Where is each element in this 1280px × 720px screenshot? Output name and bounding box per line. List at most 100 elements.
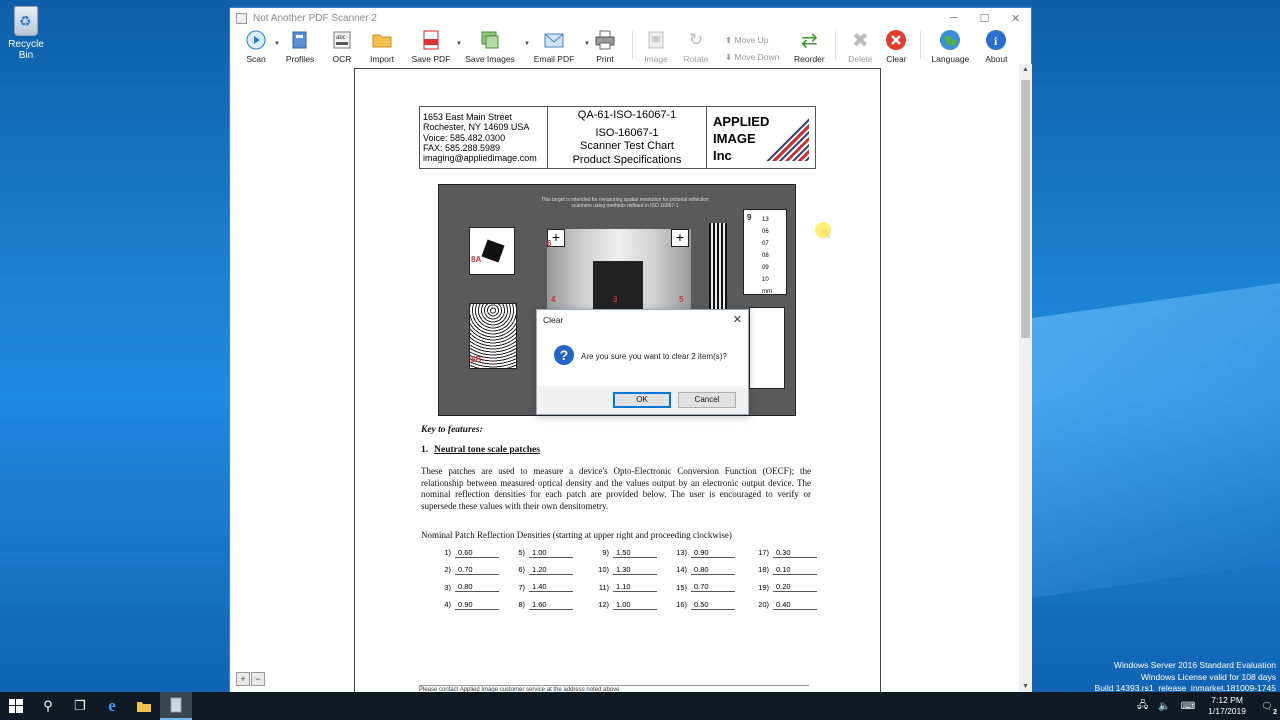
density-row: 13) 0.90 bbox=[669, 544, 735, 561]
density-index: 18) bbox=[758, 565, 769, 575]
zoom-out-icon[interactable]: − bbox=[251, 672, 265, 686]
density-value: 1.40 bbox=[529, 582, 573, 593]
email-pdf-button[interactable]: Email PDF ▼ bbox=[524, 29, 590, 64]
density-index: 2) bbox=[444, 565, 451, 575]
ocr-button[interactable]: abc OCR bbox=[326, 29, 358, 64]
vertical-scrollbar[interactable]: ▲ ▼ bbox=[1019, 64, 1032, 692]
reorder-button[interactable]: ⇄ Reorder bbox=[789, 29, 829, 65]
toolbar-separator bbox=[835, 31, 837, 59]
section1-paragraph: These patches are used to measure a devi… bbox=[421, 466, 811, 511]
question-icon: ? bbox=[554, 345, 574, 365]
density-row: 3) 0.80 bbox=[433, 579, 499, 596]
density-index: 12) bbox=[598, 600, 609, 610]
ok-button[interactable]: OK bbox=[613, 392, 671, 408]
clear-icon bbox=[884, 29, 908, 51]
image-button[interactable]: Image bbox=[639, 29, 673, 64]
edge-browser-icon[interactable]: e bbox=[96, 692, 128, 720]
taskbar: ⚲ ❐ e 🖧 🔈 ⌨ 7:12 PM 1/17/2019 🗨 2 bbox=[0, 692, 1280, 720]
info-icon: i bbox=[984, 29, 1008, 51]
dialog-message: Are you sure you want to clear 2 item(s)… bbox=[581, 352, 727, 361]
density-value: 0.80 bbox=[691, 565, 735, 575]
density-value: 1.60 bbox=[529, 600, 573, 610]
close-icon[interactable]: ✕ bbox=[1000, 12, 1031, 25]
save-images-button[interactable]: Save Images ▼ bbox=[456, 29, 530, 64]
toolbar-separator bbox=[920, 31, 922, 59]
density-value: 0.70 bbox=[455, 565, 499, 575]
density-value: 0.40 bbox=[773, 600, 817, 610]
naps2-taskbar-icon[interactable] bbox=[160, 692, 192, 720]
density-index: 13) bbox=[676, 548, 687, 558]
density-value: 0.10 bbox=[773, 565, 817, 575]
minimize-icon[interactable]: ─ bbox=[938, 12, 969, 25]
density-row: 9) 1.50 bbox=[591, 544, 657, 561]
file-explorer-icon[interactable] bbox=[128, 692, 160, 720]
doc-header: 1653 East Main Street Rochester, NY 1460… bbox=[419, 106, 816, 169]
scroll-thumb[interactable] bbox=[1021, 80, 1030, 338]
maximize-icon[interactable]: ☐ bbox=[969, 12, 1000, 25]
scroll-down-icon[interactable]: ▼ bbox=[1019, 683, 1032, 690]
zoom-in-icon[interactable]: + bbox=[236, 672, 250, 686]
density-value: 1.20 bbox=[529, 565, 573, 575]
density-value: 0.80 bbox=[455, 582, 499, 593]
density-value: 0.90 bbox=[455, 600, 499, 610]
grey-patches bbox=[547, 229, 691, 321]
language-button[interactable]: Language bbox=[927, 29, 973, 64]
clear-button[interactable]: Clear bbox=[878, 29, 914, 64]
globe-icon bbox=[938, 29, 962, 51]
density-value: 0.70 bbox=[691, 582, 735, 593]
patch-right-bottom bbox=[749, 307, 785, 389]
task-view-icon[interactable]: ❐ bbox=[64, 692, 96, 720]
rotate-button[interactable]: ↻ Rotate bbox=[673, 29, 719, 64]
cancel-button[interactable]: Cancel bbox=[678, 392, 736, 408]
ruler-patch: 9 13 06 07 08 09 10 mm bbox=[743, 209, 787, 295]
dialog-close-icon[interactable]: ✕ bbox=[733, 313, 742, 326]
system-tray: 🖧 🔈 ⌨ 7:12 PM 1/17/2019 🗨 2 bbox=[1132, 695, 1280, 717]
density-value: 0.20 bbox=[773, 582, 817, 593]
line-pairs bbox=[709, 223, 727, 319]
density-index: 5) bbox=[518, 548, 525, 558]
move-up-button[interactable]: ⬆ Move Up bbox=[725, 32, 779, 49]
search-icon[interactable]: ⚲ bbox=[32, 692, 64, 720]
density-column: 1) 0.60 2) 0.70 3) 0.80 4) 0.90 bbox=[433, 544, 499, 613]
density-index: 19) bbox=[758, 582, 769, 592]
nominal-title: Nominal Patch Reflection Densities (star… bbox=[421, 530, 732, 540]
ocr-icon: abc bbox=[330, 29, 354, 51]
windows-watermark: Windows Server 2016 Standard Evaluation … bbox=[1094, 660, 1276, 693]
density-row: 2) 0.70 bbox=[433, 561, 499, 578]
density-index: 6) bbox=[518, 565, 525, 575]
svg-text:abc: abc bbox=[336, 35, 346, 41]
density-row: 16) 0.50 bbox=[669, 596, 735, 613]
density-row: 20) 0.40 bbox=[751, 596, 817, 613]
toolbar: Scan ▼ Profiles abc OCR Import Save PDF … bbox=[230, 29, 1031, 65]
email-icon bbox=[542, 29, 566, 51]
density-index: 10) bbox=[598, 565, 609, 575]
density-index: 14) bbox=[676, 565, 687, 575]
about-button[interactable]: i About bbox=[973, 29, 1019, 64]
scroll-up-icon[interactable]: ▲ bbox=[1019, 66, 1032, 73]
density-row: 17) 0.30 bbox=[751, 544, 817, 561]
keyboard-icon[interactable]: ⌨ bbox=[1181, 701, 1195, 712]
density-value: 1.30 bbox=[613, 565, 657, 575]
doc-title-block: QA-61-ISO-16067-1 ISO-16067-1 Scanner Te… bbox=[548, 107, 707, 168]
density-row: 5) 1.00 bbox=[507, 544, 573, 561]
action-center-icon[interactable]: 🗨 2 bbox=[1254, 701, 1280, 716]
delete-button[interactable]: ✖ Delete bbox=[842, 29, 878, 65]
density-index: 20) bbox=[758, 600, 769, 610]
pdf-icon bbox=[419, 29, 443, 51]
print-button[interactable]: Print bbox=[584, 29, 626, 64]
profiles-icon bbox=[288, 29, 312, 51]
scan-button[interactable]: Scan ▼ bbox=[238, 29, 280, 64]
clock[interactable]: 7:12 PM 1/17/2019 bbox=[1208, 695, 1246, 717]
recycle-bin[interactable]: Recycle Bin bbox=[4, 6, 48, 61]
density-value: 1.00 bbox=[613, 600, 657, 610]
zoom-controls: + − bbox=[236, 672, 265, 686]
start-icon[interactable] bbox=[0, 692, 32, 720]
save-pdf-button[interactable]: Save PDF ▼ bbox=[406, 29, 462, 64]
volume-icon[interactable]: 🔈 bbox=[1158, 701, 1170, 712]
title-bar: Not Another PDF Scanner 2 ─ ☐ ✕ bbox=[230, 8, 1031, 29]
scan-icon bbox=[244, 29, 268, 51]
import-button[interactable]: Import bbox=[358, 29, 406, 64]
save-images-icon bbox=[478, 29, 502, 51]
network-icon[interactable]: 🖧 bbox=[1137, 698, 1148, 715]
profiles-button[interactable]: Profiles bbox=[274, 29, 326, 64]
